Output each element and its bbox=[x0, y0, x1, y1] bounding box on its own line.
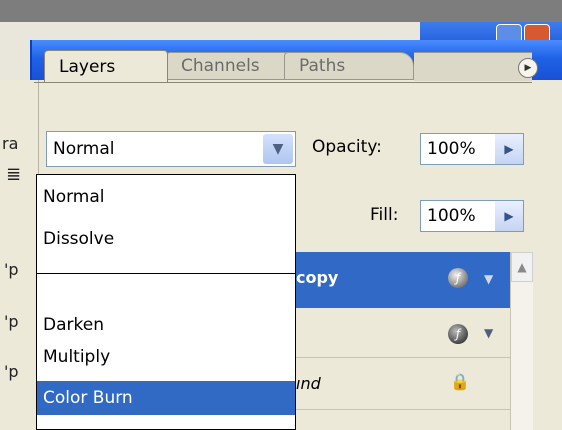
opacity-value: 100% bbox=[427, 139, 476, 159]
dropdown-separator bbox=[37, 273, 295, 274]
fx-icon[interactable]: ƒ bbox=[448, 324, 468, 344]
layer-name: copy bbox=[296, 268, 339, 287]
panel-menu-icon[interactable]: ▶ bbox=[518, 58, 538, 78]
fill-label: Fill: bbox=[370, 205, 399, 225]
dropdown-item-normal[interactable]: Normal bbox=[37, 181, 295, 213]
opacity-label: Opacity: bbox=[312, 137, 382, 157]
tab-divider bbox=[34, 82, 532, 83]
scroll-up-icon[interactable]: ▲ bbox=[511, 252, 533, 282]
blend-mode-value: Normal bbox=[53, 139, 115, 159]
chevron-down-icon[interactable]: ▼ bbox=[484, 326, 493, 340]
dropdown-item-dissolve[interactable]: Dissolve bbox=[37, 223, 295, 255]
tab-bar-spacer bbox=[414, 52, 532, 81]
left-strip-text: ra bbox=[2, 134, 19, 153]
left-background-panel: ra ≣ 'p 'p 'p bbox=[0, 80, 39, 430]
panel-tabs: Layers Channels Paths ▶ bbox=[34, 48, 538, 82]
chevron-down-icon[interactable]: ▼ bbox=[263, 134, 293, 164]
fill-value: 100% bbox=[427, 206, 476, 226]
dropdown-item-multiply[interactable]: Multiply bbox=[37, 341, 295, 373]
tab-paths[interactable]: Paths bbox=[284, 52, 414, 80]
dropdown-item-darken[interactable]: Darken bbox=[37, 309, 295, 341]
fx-icon[interactable]: ƒ bbox=[448, 268, 468, 288]
opacity-field[interactable]: 100% ▶ bbox=[420, 133, 524, 165]
dropdown-item-color-burn[interactable]: Color Burn bbox=[37, 381, 295, 415]
fill-arrow-icon[interactable]: ▶ bbox=[495, 201, 523, 231]
opacity-arrow-icon[interactable]: ▶ bbox=[495, 134, 523, 164]
tab-layers[interactable]: Layers bbox=[44, 50, 168, 82]
fill-field[interactable]: 100% ▶ bbox=[420, 200, 524, 232]
tab-channels[interactable]: Channels bbox=[166, 52, 290, 80]
layer-name: ınd bbox=[296, 374, 321, 393]
chevron-down-icon[interactable]: ▼ bbox=[484, 272, 493, 286]
blend-mode-dropdown: Normal Dissolve Darken Multiply Color Bu… bbox=[36, 174, 296, 430]
lock-icon: 🔒 bbox=[450, 372, 470, 391]
blend-mode-select[interactable]: Normal ▼ bbox=[46, 131, 296, 167]
layers-scrollbar[interactable]: ▲ bbox=[510, 252, 533, 430]
